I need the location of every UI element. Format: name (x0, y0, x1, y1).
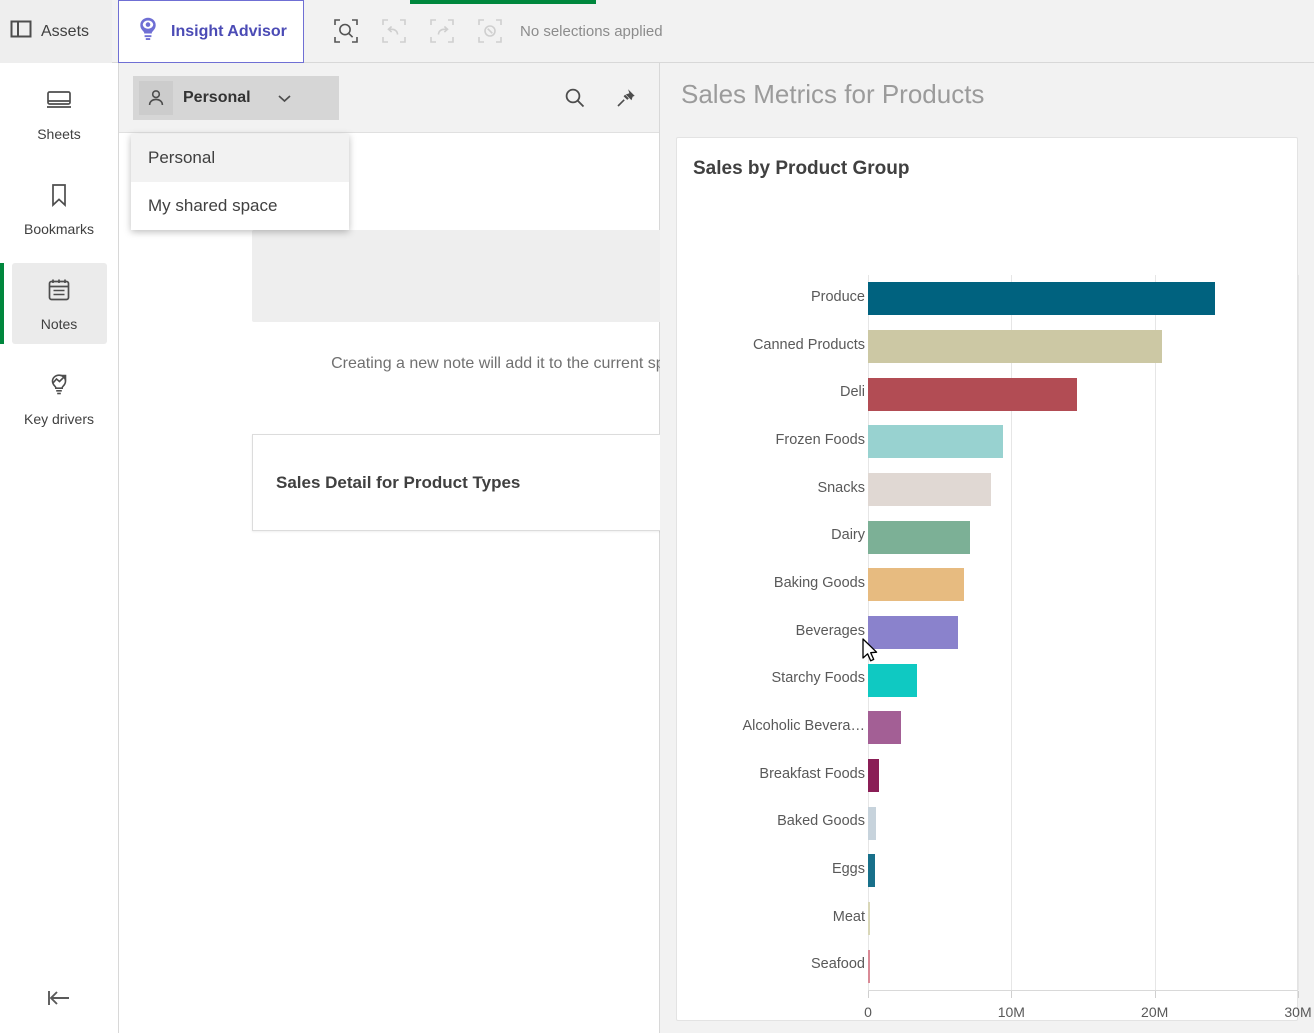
space-selector[interactable]: Personal (133, 75, 339, 120)
bar-chart[interactable]: Produce Canned Products Deli Frozen Foods Sn… (677, 138, 1312, 1022)
sheets-icon (45, 87, 73, 118)
insight-advisor-tab[interactable]: Insight Advisor (118, 0, 304, 63)
chevron-down-icon (277, 93, 292, 103)
left-navigation-rail: Sheets Bookmarks Notes Key drivers (0, 63, 119, 1033)
content-area: Sales Metrics for Products Sales by Prod… (660, 63, 1314, 1033)
x-gridline (1298, 275, 1299, 990)
x-tick-label: 0 (864, 1004, 872, 1020)
bar-category-label: Baked Goods (777, 813, 865, 830)
page-title: Sales Metrics for Products (681, 79, 985, 109)
bar[interactable] (868, 711, 901, 745)
bar[interactable] (868, 282, 1215, 316)
lightbulb-eye-icon (136, 16, 160, 47)
application-window: Assets Insight Advisor No selections app… (0, 0, 1314, 1033)
dropdown-option-my-shared-space[interactable]: My shared space (131, 182, 349, 230)
bookmark-icon (47, 182, 71, 213)
insight-advisor-tab-label: Insight Advisor (171, 22, 287, 40)
space-selector-dropdown: Personal My shared space (131, 134, 349, 230)
bar-category-label: Starchy Foods (771, 670, 866, 687)
assets-tab[interactable]: Assets (0, 0, 112, 63)
sidebar-item-label: Notes (40, 316, 78, 332)
sidebar-item-key-drivers[interactable]: Key drivers (12, 358, 107, 439)
bar-category-label: Eggs (831, 860, 865, 877)
bar[interactable] (868, 473, 992, 506)
bar-category-label: Baking Goods (773, 574, 865, 591)
notes-icon (46, 277, 72, 308)
bar-category-label: Breakfast Foods (759, 765, 865, 782)
x-axis-line (868, 990, 1298, 991)
bar[interactable] (868, 568, 965, 602)
bar-category-label: Produce (810, 288, 865, 305)
bar[interactable] (868, 759, 880, 792)
top-toolbar: Assets Insight Advisor No selections app… (0, 0, 1314, 63)
bar[interactable] (868, 854, 875, 888)
space-selector-value: Personal (183, 88, 251, 106)
selection-tools (332, 0, 504, 62)
clear-selections-icon[interactable] (476, 17, 504, 45)
panel-icon (10, 19, 32, 44)
bar[interactable] (868, 806, 877, 840)
bar[interactable] (868, 663, 917, 697)
dropdown-option-label: My shared space (148, 196, 278, 215)
x-tick-label: 10M (997, 1004, 1025, 1020)
search-icon[interactable] (563, 86, 587, 110)
x-tick-label: 20M (1141, 1004, 1169, 1020)
undo-icon[interactable] (380, 17, 408, 45)
bar[interactable] (868, 425, 1003, 459)
x-gridline (1154, 275, 1156, 990)
sidebar-item-bookmarks[interactable]: Bookmarks (12, 168, 107, 249)
dropdown-option-label: Personal (148, 148, 216, 167)
bar[interactable] (868, 377, 1078, 411)
bar-category-label: Snacks (817, 479, 865, 496)
bar-category-label: Alcoholic Bevera… (742, 717, 866, 734)
bar-category-label: Deli (840, 384, 865, 401)
chart-card[interactable]: Sales by Product Group Produce Canned Pro… (676, 137, 1312, 1022)
sidebar-item-notes[interactable]: Notes (0, 263, 107, 344)
bar[interactable] (868, 949, 870, 983)
active-sheet-indicator (410, 0, 596, 4)
sidebar-item-label: Bookmarks (23, 221, 95, 237)
notes-panel-header: Personal (119, 63, 659, 133)
bar[interactable] (868, 902, 870, 935)
note-title: Sales Detail for Product Types (276, 472, 521, 492)
x-tick-mark (1154, 991, 1156, 998)
selections-search-icon[interactable] (332, 17, 360, 45)
redo-icon[interactable] (428, 17, 456, 45)
selections-status: No selections applied (520, 22, 663, 40)
x-tick-mark (868, 991, 869, 998)
x-tick-label: 30M (1284, 1004, 1312, 1020)
x-tick-mark (1011, 991, 1013, 998)
person-icon (139, 80, 173, 115)
assets-tab-label: Assets (41, 22, 90, 40)
bar[interactable] (868, 330, 1162, 363)
sidebar-item-label: Key drivers (23, 411, 95, 427)
sidebar-item-sheets[interactable]: Sheets (12, 73, 107, 154)
pin-icon[interactable] (615, 87, 637, 109)
bar-category-label: Canned Products (752, 336, 865, 353)
bar-category-label: Frozen Foods (775, 431, 865, 448)
bar-category-label: Dairy (831, 527, 865, 544)
bar[interactable] (868, 616, 959, 649)
bar-category-label: Beverages (795, 622, 865, 639)
key-drivers-icon (45, 372, 73, 403)
bar[interactable] (868, 520, 971, 554)
bar-category-label: Meat (832, 908, 865, 925)
collapse-panel-icon[interactable] (0, 963, 118, 1033)
bar-category-label: Seafood (810, 956, 865, 973)
x-tick-mark (1298, 991, 1299, 998)
sidebar-item-label: Sheets (37, 126, 81, 142)
dropdown-option-personal[interactable]: Personal (131, 134, 349, 182)
notes-header-actions (563, 63, 637, 133)
